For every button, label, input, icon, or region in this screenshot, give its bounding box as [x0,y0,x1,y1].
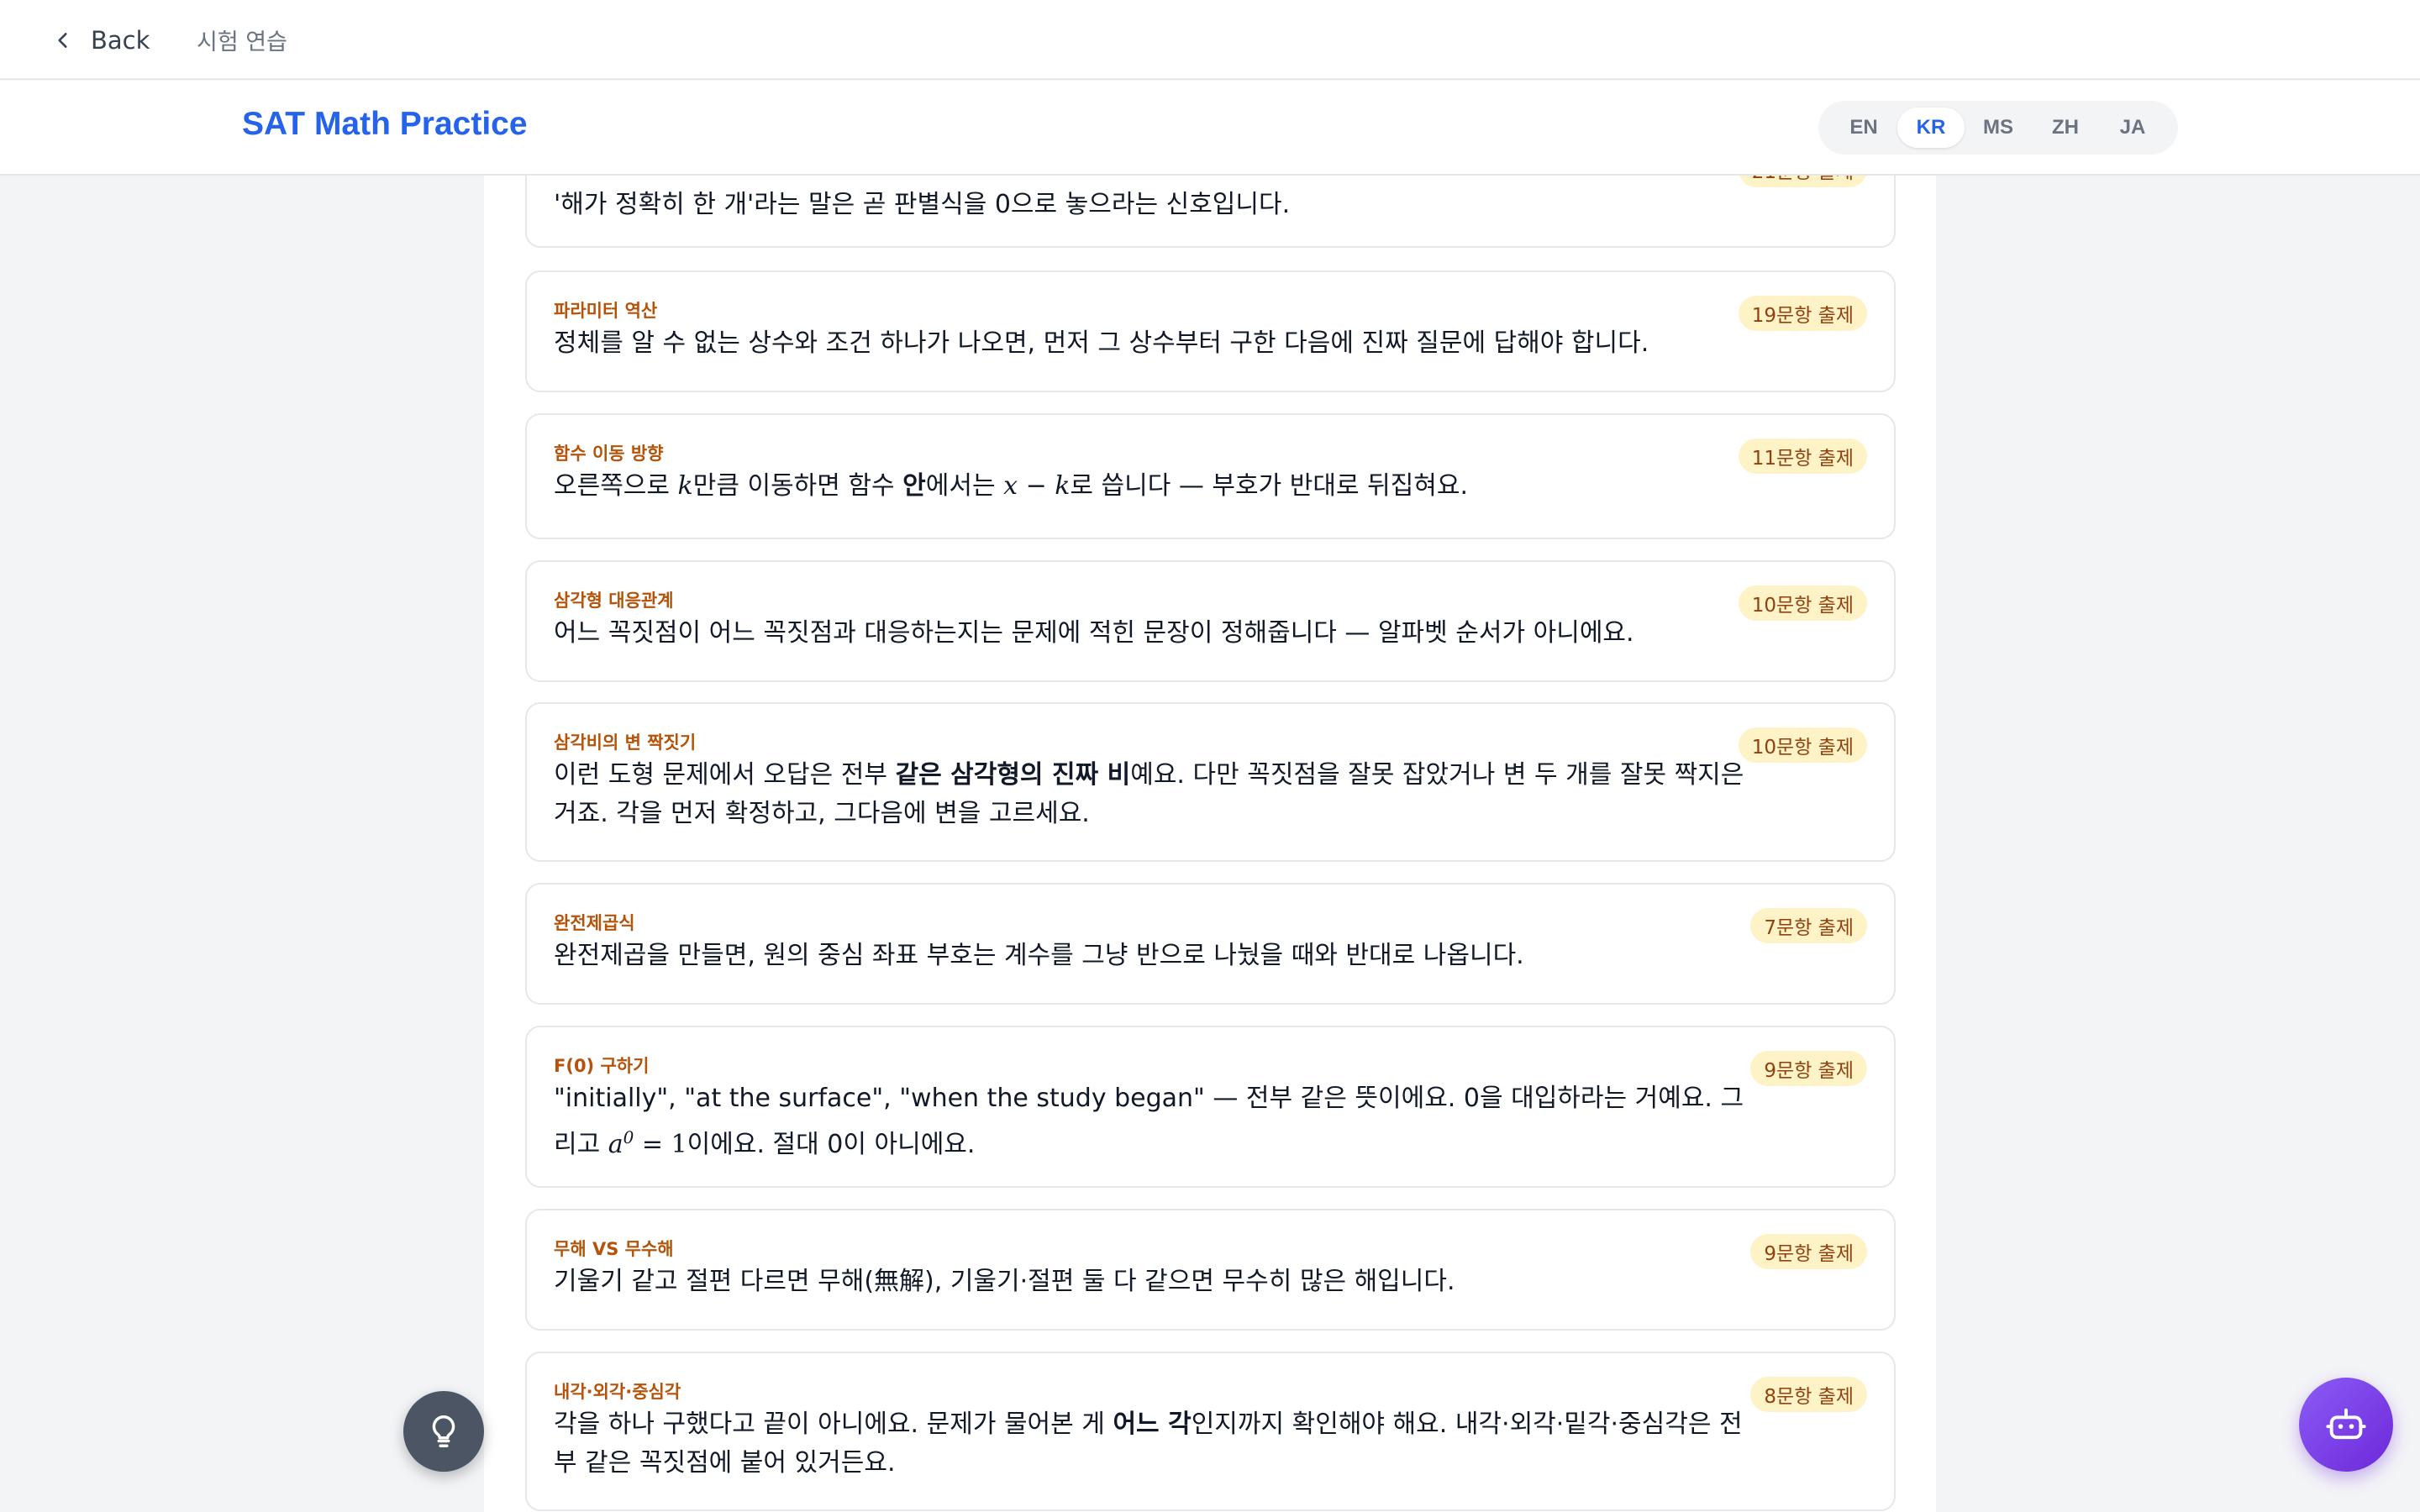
tip-category: 완전제곱식 [554,913,635,933]
lang-ms-button[interactable]: MS [1965,108,2032,148]
back-button[interactable]: Back [52,22,150,59]
tip-card: 내각·외각·중심각 8문항 출제 각을 하나 구했다고 끝이 아니에요. 문제가… [525,1352,1896,1511]
question-count-badge: 9문항 출제 [1750,1234,1867,1269]
page-title: SAT Math Practice [242,106,528,142]
tip-card: 무해 VS 무수해 9문항 출제 기울기 같고 절편 다르면 무해(無解), 기… [525,1209,1896,1331]
tip-card: 삼각비의 변 짝짓기 10문항 출제 이런 도형 문제에서 오답은 전부 같은 … [525,702,1896,862]
tip-card: 삼각형 대응관계 10문항 출제 어느 꼭짓점이 어느 꼭짓점과 대응하는지는 … [525,560,1896,682]
math-variable: a [608,1130,623,1159]
question-count-badge: 8문항 출제 [1750,1377,1867,1412]
tip-text: 어느 꼭짓점이 어느 꼭짓점과 대응하는지는 문제에 적힌 문장이 정해줍니다 … [554,618,1634,648]
top-navigation-bar: Back 시험 연습 [0,0,2420,80]
tip-card: 함수 이동 방향 11문항 출제 오른쪽으로 k만큼 이동하면 함수 안에서는 … [525,413,1896,539]
math-variable: k [677,471,693,501]
question-count-badge: 7문항 출제 [1750,908,1867,943]
tip-category: 삼각형 대응관계 [554,591,674,611]
tip-card: 파라미터 역산 19문항 출제 정체를 알 수 없는 상수와 조건 하나가 나오… [525,270,1896,392]
tip-text: 각을 하나 구했다고 끝이 아니에요. 문제가 물어본 게 어느 각인지까지 확… [554,1410,1743,1478]
tip-category: 내각·외각·중심각 [554,1382,681,1402]
tip-category: 삼각비의 변 짝짓기 [554,732,697,753]
tip-card: 완전제곱식 7문항 출제 완전제곱을 만들면, 원의 중심 좌표 부호는 계수를… [525,883,1896,1005]
question-count-badge: 9문항 출제 [1750,1051,1867,1086]
tip-category: 무해 VS 무수해 [554,1239,674,1259]
chevron-left-icon [58,33,67,48]
tip-card: 21문항 출제 '해가 정확히 한 개'라는 말은 곧 판별식을 0으로 놓으라… [525,176,1896,248]
tips-list[interactable]: 21문항 출제 '해가 정확히 한 개'라는 말은 곧 판별식을 0으로 놓으라… [484,176,1936,1512]
lightbulb-icon [432,1415,455,1447]
tip-category: F(0) 구하기 [554,1056,650,1076]
ai-assistant-button[interactable] [2299,1378,2393,1472]
lang-kr-button[interactable]: KR [1897,108,1965,148]
robot-icon [2326,1408,2366,1440]
tip-text: '해가 정확히 한 개'라는 말은 곧 판별식을 0으로 놓으라는 신호입니다. [554,190,1291,219]
math-expression: x − k [1003,471,1071,501]
back-label: Back [91,26,150,55]
tip-text: 오른쪽으로 k만큼 이동하면 함수 안에서는 x − k로 씁니다 — 부호가 … [554,471,1469,501]
language-switcher: EN KR MS ZH JA [1818,101,2178,155]
tip-text: 완전제곱을 만들면, 원의 중심 좌표 부호는 계수를 그냥 반으로 나눴을 때… [554,941,1524,970]
tip-text: 기울기 같고 절편 다르면 무해(無解), 기울기·절편 둘 다 같으면 무수히… [554,1267,1455,1296]
breadcrumb: 시험 연습 [197,29,287,55]
lang-zh-button[interactable]: ZH [2032,108,2099,148]
tip-card: F(0) 구하기 9문항 출제 "initially", "at the sur… [525,1026,1896,1188]
page-header: SAT Math Practice EN KR MS ZH JA [0,81,2420,176]
lang-ja-button[interactable]: JA [2099,108,2166,148]
hint-button[interactable] [403,1391,484,1472]
lang-en-button[interactable]: EN [1830,108,1897,148]
tip-text: "initially", "at the surface", "when the… [554,1084,1744,1159]
tip-text: 정체를 알 수 없는 상수와 조건 하나가 나오면, 먼저 그 상수부터 구한 … [554,328,1649,358]
tip-category: 파라미터 역산 [554,301,658,321]
tip-text: 이런 도형 문제에서 오답은 전부 같은 삼각형의 진짜 비예요. 다만 꼭짓점… [554,760,1744,828]
tip-category: 함수 이동 방향 [554,444,664,464]
